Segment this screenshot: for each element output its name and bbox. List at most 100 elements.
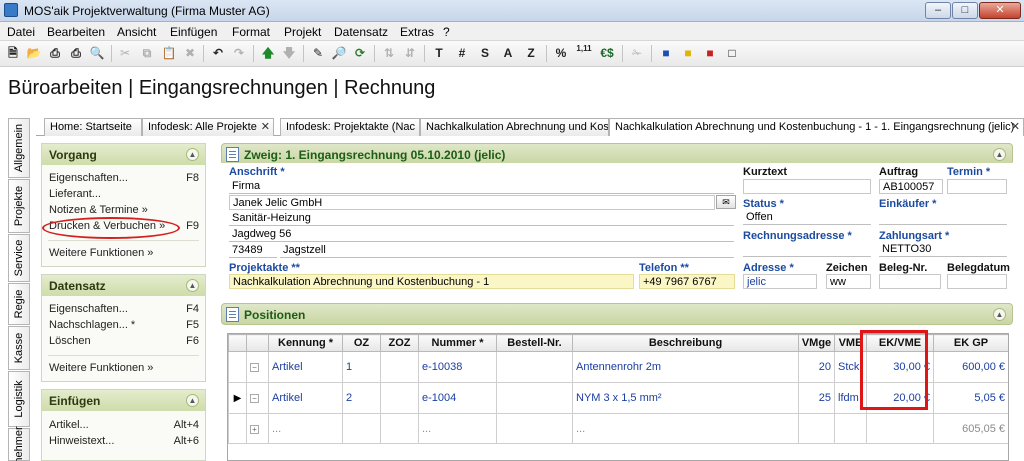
expand-icon[interactable]: −: [250, 394, 259, 403]
action-nachschlagen[interactable]: Nachschlagen... *: [49, 319, 135, 331]
adresse-field[interactable]: jelic: [743, 274, 817, 289]
action-weitere-funktionen[interactable]: Weitere Funktionen »: [49, 247, 153, 259]
cell-bestell-nr[interactable]: [496, 413, 573, 444]
vtab-logistik[interactable]: Logistik: [8, 371, 30, 427]
vtab-kasse[interactable]: Kasse: [8, 326, 30, 370]
menu-datei[interactable]: Datei: [7, 25, 35, 39]
refresh-icon[interactable]: ⟳: [350, 44, 370, 63]
cell-zoz[interactable]: [380, 413, 419, 444]
status-field[interactable]: Offen: [743, 210, 871, 225]
action-weitere-funktionen[interactable]: Weitere Funktionen »: [49, 362, 153, 374]
rechnungsadresse-field[interactable]: [743, 242, 871, 257]
copy-icon[interactable]: ⧉: [137, 44, 157, 63]
user-blue-icon[interactable]: ■: [656, 44, 676, 63]
telefon-field[interactable]: +49 7967 6767: [639, 274, 735, 289]
cell-bestell-nr[interactable]: [496, 351, 573, 383]
cell-kennung[interactable]: ...: [268, 413, 343, 444]
action-notizen-termine[interactable]: Notizen & Termine »: [49, 204, 148, 216]
zahlungsart-field[interactable]: NETTO30: [879, 242, 1007, 257]
tab-startseite[interactable]: Home: Startseite: [44, 118, 142, 136]
decimal-button[interactable]: 1,11: [574, 44, 594, 63]
menu-einfuegen[interactable]: Einfügen: [170, 25, 217, 39]
cell-oz[interactable]: [342, 413, 381, 444]
cell-oz[interactable]: 2: [342, 382, 381, 414]
cell-beschreibung[interactable]: NYM 3 x 1,5 mm²: [572, 382, 799, 414]
cell-vmge[interactable]: 20: [798, 351, 835, 383]
action-hinweistext[interactable]: Hinweistext...: [49, 435, 114, 447]
arrow-down-icon[interactable]: 🡇: [279, 44, 299, 63]
collapse-icon[interactable]: ▲: [993, 148, 1006, 161]
einkaeufer-field[interactable]: [879, 210, 1007, 225]
cell-vme[interactable]: [834, 413, 867, 444]
close-button[interactable]: ✕: [979, 2, 1021, 19]
tab-projektakte[interactable]: Infodesk: Projektakte (Nac: [280, 118, 420, 136]
cell-zoz[interactable]: [380, 382, 419, 414]
menu-extras[interactable]: Extras: [400, 25, 434, 39]
expand-icon[interactable]: +: [250, 424, 259, 434]
anschrift-line-3[interactable]: Sanitär-Heizung: [229, 211, 734, 226]
action-eigenschaften[interactable]: Eigenschaften...: [49, 303, 128, 315]
cell-nummer[interactable]: e-1004: [418, 382, 497, 414]
group-header[interactable]: Einfügen ▲: [42, 390, 205, 411]
column-header-vmge[interactable]: VMge: [798, 334, 835, 352]
vtab-regie[interactable]: Regie: [8, 283, 30, 325]
text-button-s[interactable]: S: [475, 44, 495, 63]
tab-alle-projekte[interactable]: Infodesk: Alle Projekte ✕: [142, 118, 274, 136]
cut-icon[interactable]: ✂: [115, 44, 135, 63]
cell-oz[interactable]: 1: [342, 351, 381, 383]
row-expander[interactable]: +: [246, 413, 269, 444]
delete-icon[interactable]: ✖: [180, 44, 200, 63]
cell-zoz[interactable]: [380, 351, 419, 383]
row-expander[interactable]: −: [246, 382, 269, 414]
vtab-nehmer[interactable]: nehmer: [8, 426, 30, 461]
row-expander[interactable]: −: [246, 351, 269, 383]
sort-desc-icon[interactable]: ⇵: [400, 44, 420, 63]
text-button-t[interactable]: T: [429, 44, 449, 63]
collapse-icon[interactable]: ▲: [186, 394, 199, 407]
scissors-disabled-icon[interactable]: ✁: [627, 44, 647, 63]
find-icon[interactable]: 🔎: [329, 44, 349, 63]
menu-projekt[interactable]: Projekt: [284, 25, 321, 39]
user-yellow-icon[interactable]: ■: [678, 44, 698, 63]
collapse-icon[interactable]: ▲: [993, 308, 1006, 321]
print-preview-zoom-icon[interactable]: 🔍: [87, 44, 107, 63]
vtab-service[interactable]: Service: [8, 234, 30, 282]
column-header-beschreibung[interactable]: Beschreibung: [572, 334, 799, 352]
collapse-icon[interactable]: ▲: [186, 279, 199, 292]
plz-field[interactable]: 73489: [229, 243, 277, 258]
menu-datensatz[interactable]: Datensatz: [334, 25, 388, 39]
cell-bestell-nr[interactable]: [496, 382, 573, 414]
ort-field[interactable]: Jagstzell: [280, 243, 734, 258]
print-preview-icon[interactable]: ⎙: [66, 44, 86, 63]
column-header-oz[interactable]: OZ: [342, 334, 381, 352]
column-header-kennung[interactable]: Kennung *: [268, 334, 343, 352]
column-header-nummer[interactable]: Nummer *: [418, 334, 497, 352]
tab-eingangsrechnung[interactable]: Nachkalkulation Abrechnung und Kostenbuc…: [609, 118, 1024, 136]
cell-nummer[interactable]: ...: [418, 413, 497, 444]
redo-icon[interactable]: ↷: [229, 44, 249, 63]
cell-kennung[interactable]: Artikel: [268, 351, 343, 383]
address-lookup-button[interactable]: ✉: [716, 195, 736, 209]
cell-vmge[interactable]: [798, 413, 835, 444]
action-loeschen[interactable]: Löschen: [49, 335, 91, 347]
text-button-z[interactable]: Z: [521, 44, 541, 63]
close-tab-icon[interactable]: ✕: [261, 120, 270, 133]
row-marker[interactable]: [228, 413, 247, 444]
cell-ek-gp[interactable]: 5,05 €: [933, 382, 1008, 414]
group-header[interactable]: Datensatz ▲: [42, 275, 205, 296]
column-header-bestell-nr[interactable]: Bestell-Nr.: [496, 334, 573, 352]
row-marker[interactable]: ▶: [228, 382, 247, 414]
tab-nachkalkulation[interactable]: Nachkalkulation Abrechnung und Kost: [420, 118, 609, 136]
anschrift-line-2[interactable]: Janek Jelic GmbH: [229, 195, 715, 210]
pencil-icon[interactable]: ✎: [308, 44, 328, 63]
minimize-button[interactable]: –: [925, 2, 951, 19]
undo-icon[interactable]: ↶: [208, 44, 228, 63]
new-doc-icon[interactable]: 🗎: [3, 44, 23, 63]
termin-field[interactable]: [947, 179, 1007, 194]
column-header-ek-gp[interactable]: EK GP: [933, 334, 1008, 352]
projektakte-field[interactable]: Nachkalkulation Abrechnung und Kostenbuc…: [229, 274, 634, 289]
belegnr-field[interactable]: [879, 274, 941, 289]
menu-help[interactable]: ?: [443, 25, 450, 39]
cell-beschreibung[interactable]: ...: [572, 413, 799, 444]
anschrift-line-1[interactable]: Firma: [229, 179, 734, 194]
